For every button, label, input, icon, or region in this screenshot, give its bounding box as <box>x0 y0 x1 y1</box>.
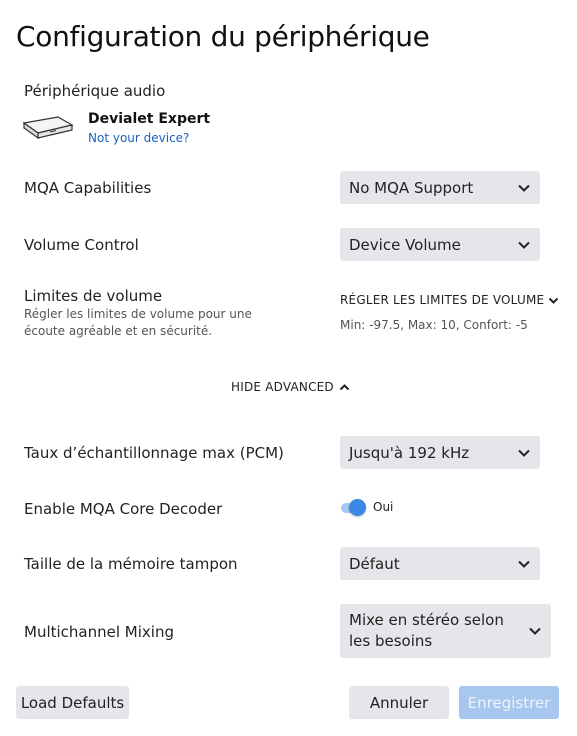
hide-advanced-toggle[interactable]: HIDE ADVANCED <box>231 380 350 394</box>
dialog-title: Configuration du périphérique <box>16 20 430 53</box>
toggle-knob <box>349 499 366 516</box>
buffer-size-value: Défaut <box>349 554 400 573</box>
max-sample-rate-value: Jusqu'à 192 kHz <box>349 443 470 462</box>
mqa-core-decoder-state: Oui <box>373 500 394 514</box>
chevron-down-icon <box>518 184 530 192</box>
set-volume-limits-label: RÉGLER LES LIMITES DE VOLUME <box>340 293 545 307</box>
save-button[interactable]: Enregistrer <box>459 686 559 719</box>
volume-limits-info: Min: -97.5, Max: 10, Confort: -5 <box>340 318 528 332</box>
not-your-device-link[interactable]: Not your device? <box>88 131 189 145</box>
cancel-button[interactable]: Annuler <box>349 686 449 719</box>
volume-limits-description: Régler les limites de volume pour une éc… <box>24 307 252 338</box>
device-amplifier-icon <box>22 116 74 140</box>
volume-control-value: Device Volume <box>349 235 461 254</box>
mqa-capabilities-select[interactable]: No MQA Support <box>340 171 540 204</box>
volume-control-label: Volume Control <box>24 236 139 254</box>
mqa-capabilities-label: MQA Capabilities <box>24 179 152 197</box>
load-defaults-button[interactable]: Load Defaults <box>16 686 129 719</box>
chevron-down-icon <box>549 297 559 304</box>
chevron-down-icon <box>518 449 530 457</box>
device-name: Devialet Expert <box>88 111 211 127</box>
mqa-capabilities-value: No MQA Support <box>349 178 474 197</box>
chevron-down-icon <box>518 560 530 568</box>
set-volume-limits-button[interactable]: RÉGLER LES LIMITES DE VOLUME <box>340 293 559 307</box>
multichannel-mixing-value: Mixe en stéréo selon les besoins <box>349 611 504 650</box>
mqa-core-decoder-label: Enable MQA Core Decoder <box>24 500 223 518</box>
hide-advanced-label: HIDE ADVANCED <box>231 380 334 394</box>
max-sample-rate-select[interactable]: Jusqu'à 192 kHz <box>340 436 540 469</box>
multichannel-mixing-label: Multichannel Mixing <box>24 623 174 641</box>
chevron-down-icon <box>518 241 530 249</box>
chevron-up-icon <box>339 383 350 390</box>
multichannel-mixing-select[interactable]: Mixe en stéréo selon les besoins <box>340 604 551 658</box>
max-sample-rate-label: Taux d’échantillonnage max (PCM) <box>24 444 284 462</box>
volume-limits-label: Limites de volume <box>24 287 163 305</box>
buffer-size-select[interactable]: Défaut <box>340 547 540 580</box>
device-configuration-dialog: Configuration du périphérique Périphériq… <box>0 0 577 736</box>
mqa-core-decoder-toggle[interactable] <box>340 499 368 516</box>
buffer-size-label: Taille de la mémoire tampon <box>24 555 238 573</box>
audio-device-label: Périphérique audio <box>24 82 166 100</box>
volume-control-select[interactable]: Device Volume <box>340 228 540 261</box>
chevron-down-icon <box>529 627 541 635</box>
